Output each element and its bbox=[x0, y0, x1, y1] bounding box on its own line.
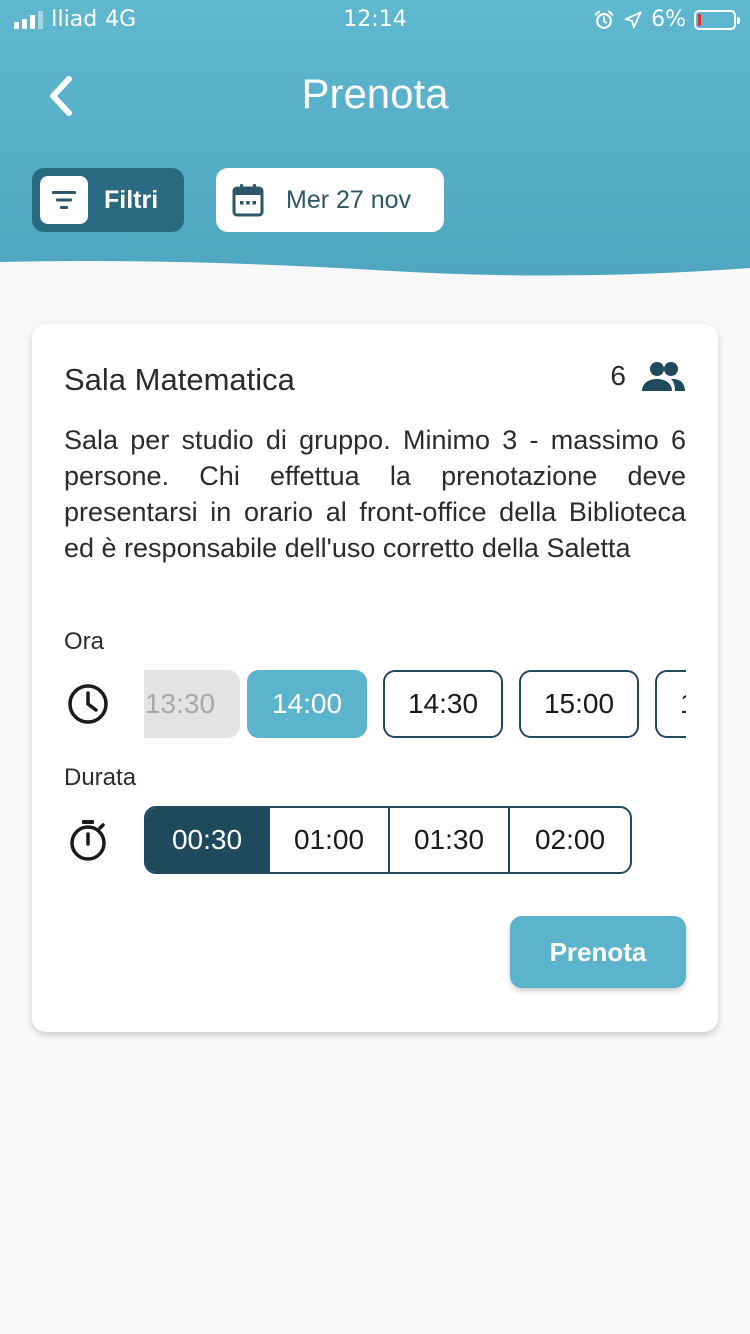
date-picker-button[interactable]: Mer 27 nov bbox=[216, 168, 444, 232]
time-slot[interactable]: 14:30 bbox=[383, 670, 503, 738]
duration-selector: 00:30 01:00 01:30 02:00 bbox=[144, 806, 632, 874]
stopwatch-icon bbox=[66, 818, 110, 862]
book-button[interactable]: Prenota bbox=[510, 916, 686, 988]
battery-percentage: 6% bbox=[651, 7, 686, 32]
duration-option[interactable]: 01:30 bbox=[390, 808, 510, 872]
room-description: Sala per studio di gruppo. Minimo 3 - ma… bbox=[64, 425, 686, 563]
date-label: Mer 27 nov bbox=[286, 185, 412, 214]
time-slot[interactable]: 15:30 bbox=[655, 670, 686, 738]
duration-option[interactable]: 01:00 bbox=[270, 808, 390, 872]
location-arrow-icon bbox=[624, 11, 642, 28]
time-slot[interactable]: 15:00 bbox=[519, 670, 639, 738]
duration-option[interactable]: 02:00 bbox=[510, 808, 630, 872]
time-slot[interactable]: 13:30 bbox=[144, 670, 240, 738]
room-capacity: 6 bbox=[610, 360, 686, 392]
alarm-icon bbox=[594, 10, 614, 29]
header: Iliad 4G 12:14 6% Prenota Filtri Mer 27 … bbox=[0, 0, 750, 280]
time-slot-list[interactable]: 13:30 14:00 14:30 15:00 15:30 bbox=[144, 670, 686, 738]
room-name: Sala Matematica bbox=[64, 362, 295, 397]
time-slot[interactable]: 14:00 bbox=[247, 670, 367, 738]
people-icon bbox=[642, 362, 685, 391]
filter-label: Filtri bbox=[104, 185, 159, 214]
clock-icon bbox=[66, 682, 110, 726]
calendar-icon bbox=[232, 183, 264, 217]
duration-option[interactable]: 00:30 bbox=[146, 808, 270, 872]
battery-icon bbox=[694, 9, 740, 30]
room-card: Sala Matematica 6 Sala per studio di gru… bbox=[32, 324, 718, 1032]
status-bar: Iliad 4G 12:14 6% bbox=[0, 0, 750, 40]
header-background bbox=[0, 0, 750, 276]
time-section-label: Ora bbox=[64, 628, 105, 655]
page-title: Prenota bbox=[301, 70, 449, 117]
filter-button[interactable]: Filtri bbox=[32, 168, 184, 232]
duration-section-label: Durata bbox=[64, 764, 137, 791]
filter-icon bbox=[40, 176, 88, 224]
capacity-value: 6 bbox=[610, 360, 626, 391]
